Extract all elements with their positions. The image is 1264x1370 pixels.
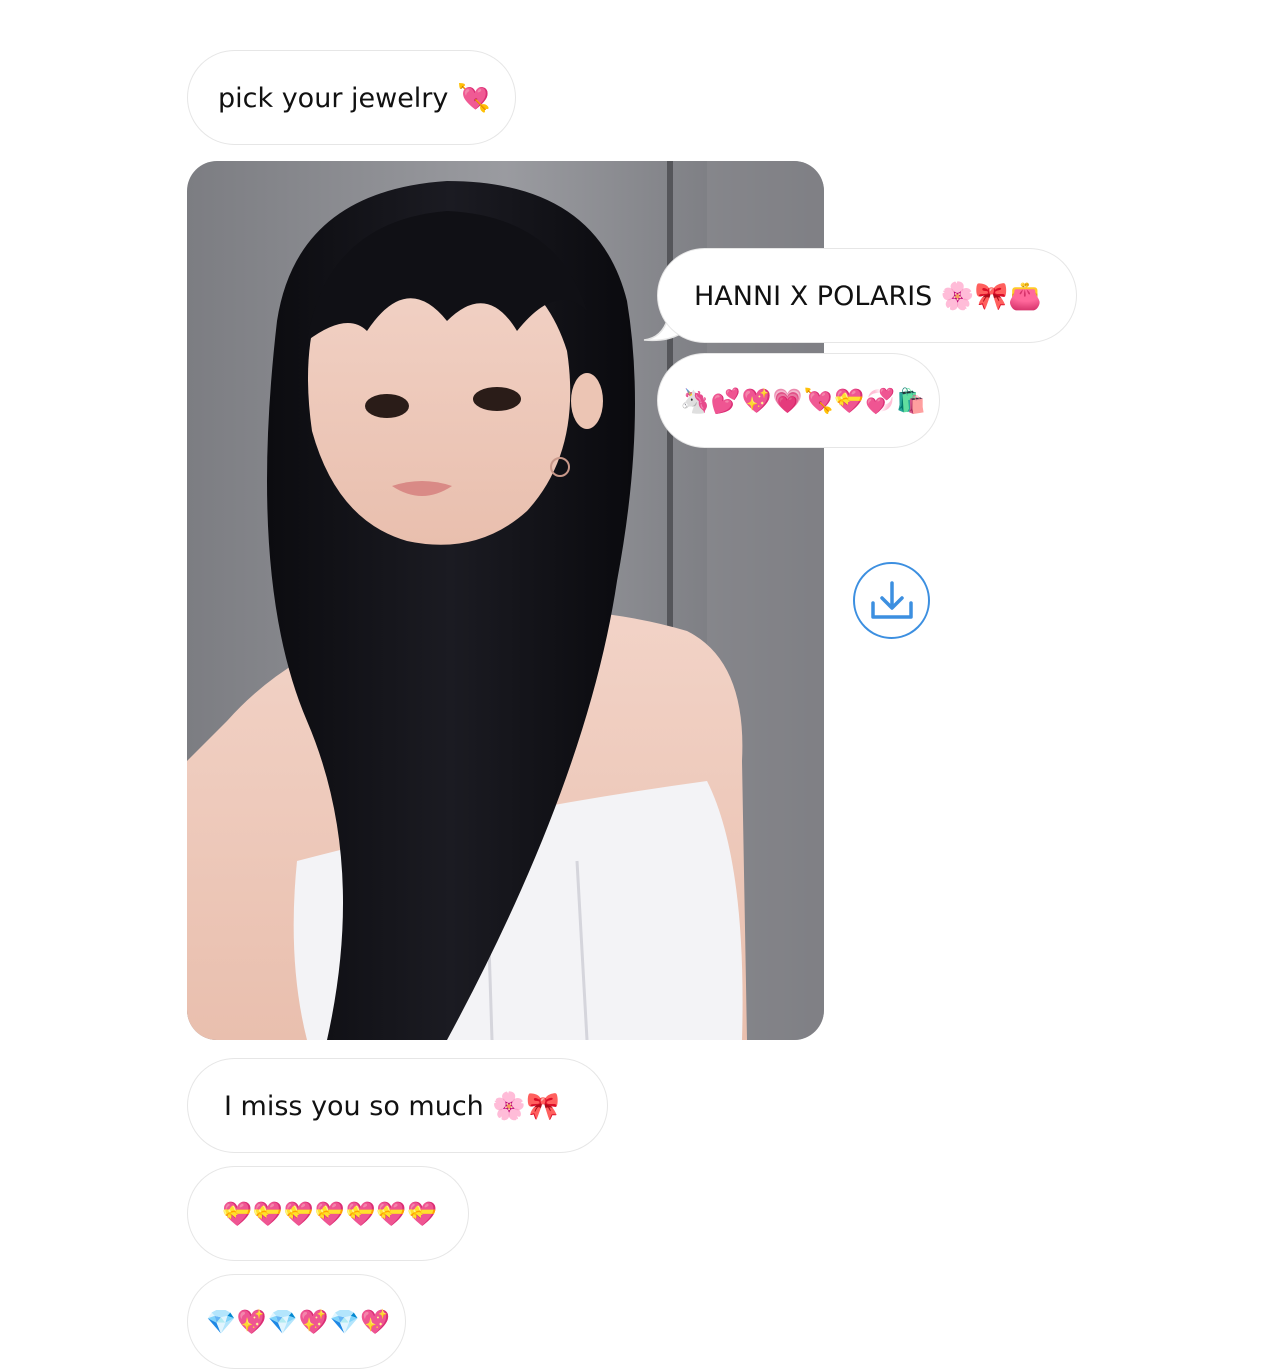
message-text: 💝💝💝💝💝💝💝 — [222, 1199, 439, 1228]
message-text: 💎💖💎💖💎💖 — [206, 1307, 392, 1336]
message-bubble-pick-jewelry: pick your jewelry 💘 — [187, 50, 516, 145]
download-icon — [870, 580, 913, 619]
message-bubble-hanni-polaris: HANNI X POLARIS 🌸🎀👛 — [657, 248, 1077, 343]
message-bubble-hearts: 💝💝💝💝💝💝💝 — [187, 1166, 469, 1261]
message-text: pick your jewelry 💘 — [218, 82, 491, 114]
message-text: 🦄💕💖💗💘💝💞🛍️ — [680, 386, 928, 415]
message-bubble-miss-you: I miss you so much 🌸🎀 — [187, 1058, 608, 1153]
message-bubble-gems: 💎💖💎💖💎💖 — [187, 1274, 406, 1369]
message-text: HANNI X POLARIS 🌸🎀👛 — [694, 280, 1042, 312]
message-bubble-emojis-1: 🦄💕💖💗💘💝💞🛍️ — [657, 353, 940, 448]
message-text: I miss you so much 🌸🎀 — [224, 1090, 560, 1122]
download-button[interactable] — [853, 562, 930, 639]
